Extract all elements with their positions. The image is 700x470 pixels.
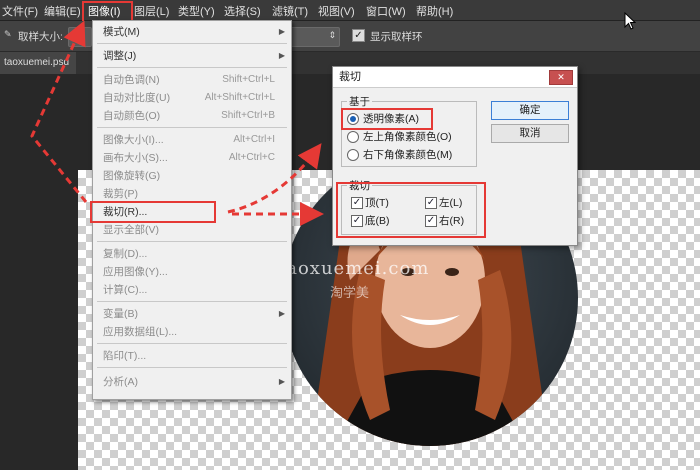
mouse-cursor-icon	[624, 12, 636, 30]
annotation-arrows	[30, 20, 324, 226]
